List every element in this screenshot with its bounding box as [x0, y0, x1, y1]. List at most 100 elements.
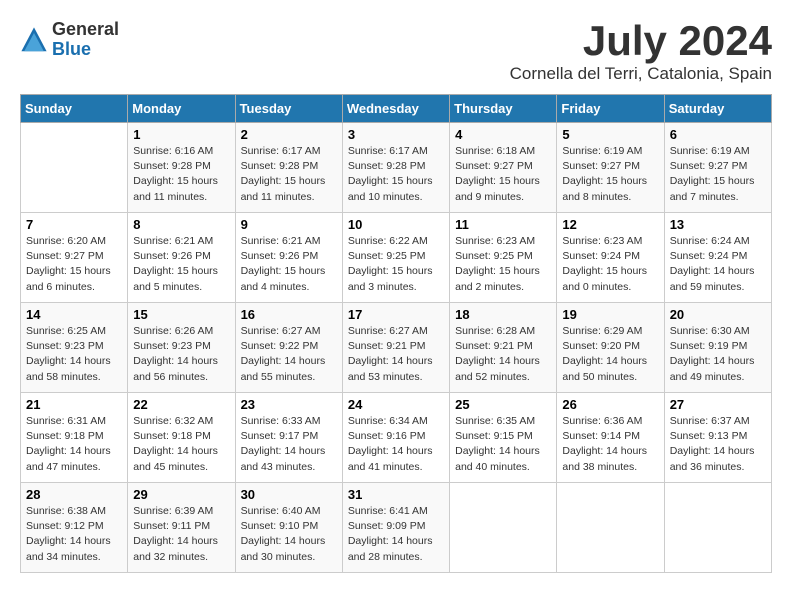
week-row-2: 7 Sunrise: 6:20 AM Sunset: 9:27 PM Daylig… [21, 213, 772, 303]
day-number: 23 [241, 397, 337, 412]
day-number: 7 [26, 217, 122, 232]
calendar-cell: 4 Sunrise: 6:18 AM Sunset: 9:27 PM Daylig… [450, 123, 557, 213]
day-info: Sunrise: 6:29 AM Sunset: 9:20 PM Dayligh… [562, 324, 658, 385]
day-number: 25 [455, 397, 551, 412]
day-number: 17 [348, 307, 444, 322]
logo-icon [20, 26, 48, 54]
day-number: 2 [241, 127, 337, 142]
day-number: 13 [670, 217, 766, 232]
calendar-cell: 21 Sunrise: 6:31 AM Sunset: 9:18 PM Dayli… [21, 393, 128, 483]
day-number: 16 [241, 307, 337, 322]
day-info: Sunrise: 6:40 AM Sunset: 9:10 PM Dayligh… [241, 504, 337, 565]
day-info: Sunrise: 6:22 AM Sunset: 9:25 PM Dayligh… [348, 234, 444, 295]
logo-blue-text: Blue [52, 40, 119, 60]
day-number: 1 [133, 127, 229, 142]
calendar-cell: 3 Sunrise: 6:17 AM Sunset: 9:28 PM Daylig… [342, 123, 449, 213]
week-row-3: 14Sunrise: 6:25 AM Sunset: 9:23 PM Dayli… [21, 303, 772, 393]
day-info: Sunrise: 6:31 AM Sunset: 9:18 PM Dayligh… [26, 414, 122, 475]
day-info: Sunrise: 6:30 AM Sunset: 9:19 PM Dayligh… [670, 324, 766, 385]
calendar-cell: 29 Sunrise: 6:39 AM Sunset: 9:11 PM Dayli… [128, 483, 235, 573]
days-header-row: SundayMondayTuesdayWednesdayThursdayFrid… [21, 95, 772, 123]
day-header-tuesday: Tuesday [235, 95, 342, 123]
calendar-cell: 31 Sunrise: 6:41 AM Sunset: 9:09 PM Dayli… [342, 483, 449, 573]
calendar-cell: 1 Sunrise: 6:16 AM Sunset: 9:28 PM Daylig… [128, 123, 235, 213]
day-number: 14 [26, 307, 122, 322]
day-info: Sunrise: 6:41 AM Sunset: 9:09 PM Dayligh… [348, 504, 444, 565]
day-info: Sunrise: 6:17 AM Sunset: 9:28 PM Dayligh… [348, 144, 444, 205]
calendar-cell: 23 Sunrise: 6:33 AM Sunset: 9:17 PM Dayli… [235, 393, 342, 483]
day-info: Sunrise: 6:18 AM Sunset: 9:27 PM Dayligh… [455, 144, 551, 205]
day-info: Sunrise: 6:27 AM Sunset: 9:21 PM Dayligh… [348, 324, 444, 385]
day-info: Sunrise: 6:38 AM Sunset: 9:12 PM Dayligh… [26, 504, 122, 565]
calendar-cell: 22 Sunrise: 6:32 AM Sunset: 9:18 PM Dayli… [128, 393, 235, 483]
day-number: 30 [241, 487, 337, 502]
calendar-cell: 26 Sunrise: 6:36 AM Sunset: 9:14 PM Dayli… [557, 393, 664, 483]
day-info: Sunrise: 6:24 AM Sunset: 9:24 PM Dayligh… [670, 234, 766, 295]
calendar-table: SundayMondayTuesdayWednesdayThursdayFrid… [20, 94, 772, 573]
day-number: 3 [348, 127, 444, 142]
calendar-cell: 18Sunrise: 6:28 AM Sunset: 9:21 PM Dayli… [450, 303, 557, 393]
day-number: 11 [455, 217, 551, 232]
day-number: 22 [133, 397, 229, 412]
day-number: 4 [455, 127, 551, 142]
day-info: Sunrise: 6:21 AM Sunset: 9:26 PM Dayligh… [241, 234, 337, 295]
day-number: 19 [562, 307, 658, 322]
day-number: 29 [133, 487, 229, 502]
calendar-cell [450, 483, 557, 573]
day-info: Sunrise: 6:34 AM Sunset: 9:16 PM Dayligh… [348, 414, 444, 475]
day-number: 6 [670, 127, 766, 142]
logo: General Blue [20, 20, 119, 60]
day-info: Sunrise: 6:19 AM Sunset: 9:27 PM Dayligh… [670, 144, 766, 205]
logo-text: General Blue [52, 20, 119, 60]
logo-general-text: General [52, 20, 119, 40]
calendar-cell: 8Sunrise: 6:21 AM Sunset: 9:26 PM Daylig… [128, 213, 235, 303]
calendar-cell [21, 123, 128, 213]
day-number: 18 [455, 307, 551, 322]
calendar-cell: 28Sunrise: 6:38 AM Sunset: 9:12 PM Dayli… [21, 483, 128, 573]
day-number: 12 [562, 217, 658, 232]
day-info: Sunrise: 6:16 AM Sunset: 9:28 PM Dayligh… [133, 144, 229, 205]
day-info: Sunrise: 6:20 AM Sunset: 9:27 PM Dayligh… [26, 234, 122, 295]
calendar-cell: 5Sunrise: 6:19 AM Sunset: 9:27 PM Daylig… [557, 123, 664, 213]
location-title: Cornella del Terri, Catalonia, Spain [510, 64, 772, 84]
day-info: Sunrise: 6:23 AM Sunset: 9:24 PM Dayligh… [562, 234, 658, 295]
day-number: 21 [26, 397, 122, 412]
day-info: Sunrise: 6:17 AM Sunset: 9:28 PM Dayligh… [241, 144, 337, 205]
week-row-1: 1 Sunrise: 6:16 AM Sunset: 9:28 PM Daylig… [21, 123, 772, 213]
week-row-5: 28Sunrise: 6:38 AM Sunset: 9:12 PM Dayli… [21, 483, 772, 573]
day-header-friday: Friday [557, 95, 664, 123]
calendar-cell: 24 Sunrise: 6:34 AM Sunset: 9:16 PM Dayli… [342, 393, 449, 483]
calendar-cell: 2 Sunrise: 6:17 AM Sunset: 9:28 PM Daylig… [235, 123, 342, 213]
calendar-cell: 15Sunrise: 6:26 AM Sunset: 9:23 PM Dayli… [128, 303, 235, 393]
calendar-cell: 19 Sunrise: 6:29 AM Sunset: 9:20 PM Dayli… [557, 303, 664, 393]
day-info: Sunrise: 6:37 AM Sunset: 9:13 PM Dayligh… [670, 414, 766, 475]
day-header-sunday: Sunday [21, 95, 128, 123]
month-title: July 2024 [510, 20, 772, 62]
week-row-4: 21 Sunrise: 6:31 AM Sunset: 9:18 PM Dayli… [21, 393, 772, 483]
calendar-cell: 11Sunrise: 6:23 AM Sunset: 9:25 PM Dayli… [450, 213, 557, 303]
day-header-wednesday: Wednesday [342, 95, 449, 123]
day-number: 20 [670, 307, 766, 322]
day-header-saturday: Saturday [664, 95, 771, 123]
day-info: Sunrise: 6:27 AM Sunset: 9:22 PM Dayligh… [241, 324, 337, 385]
calendar-cell: 20 Sunrise: 6:30 AM Sunset: 9:19 PM Dayli… [664, 303, 771, 393]
calendar-cell: 6 Sunrise: 6:19 AM Sunset: 9:27 PM Daylig… [664, 123, 771, 213]
day-number: 26 [562, 397, 658, 412]
calendar-cell: 17 Sunrise: 6:27 AM Sunset: 9:21 PM Dayli… [342, 303, 449, 393]
day-number: 9 [241, 217, 337, 232]
day-info: Sunrise: 6:39 AM Sunset: 9:11 PM Dayligh… [133, 504, 229, 565]
day-info: Sunrise: 6:32 AM Sunset: 9:18 PM Dayligh… [133, 414, 229, 475]
day-header-monday: Monday [128, 95, 235, 123]
calendar-cell: 7 Sunrise: 6:20 AM Sunset: 9:27 PM Daylig… [21, 213, 128, 303]
day-info: Sunrise: 6:33 AM Sunset: 9:17 PM Dayligh… [241, 414, 337, 475]
day-number: 31 [348, 487, 444, 502]
day-header-thursday: Thursday [450, 95, 557, 123]
day-number: 5 [562, 127, 658, 142]
day-number: 24 [348, 397, 444, 412]
calendar-cell [664, 483, 771, 573]
day-info: Sunrise: 6:26 AM Sunset: 9:23 PM Dayligh… [133, 324, 229, 385]
day-info: Sunrise: 6:36 AM Sunset: 9:14 PM Dayligh… [562, 414, 658, 475]
calendar-cell [557, 483, 664, 573]
calendar-cell: 12 Sunrise: 6:23 AM Sunset: 9:24 PM Dayli… [557, 213, 664, 303]
calendar-cell: 10Sunrise: 6:22 AM Sunset: 9:25 PM Dayli… [342, 213, 449, 303]
